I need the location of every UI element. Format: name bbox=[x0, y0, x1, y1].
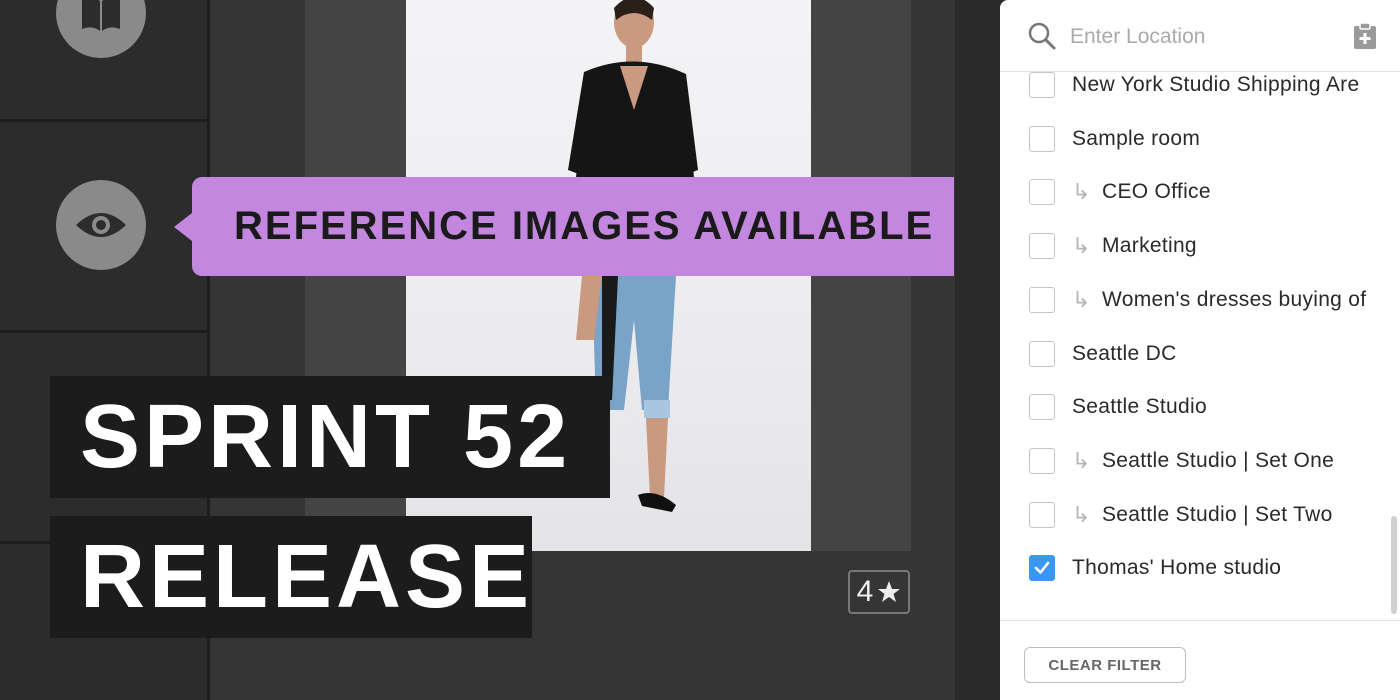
reference-images-tooltip: REFERENCE IMAGES AVAILABLE bbox=[174, 177, 954, 276]
location-item[interactable]: New York Studio Shipping Are bbox=[1000, 72, 1390, 112]
title-text-1: SPRINT 52 bbox=[80, 387, 572, 487]
location-checkbox[interactable] bbox=[1029, 447, 1055, 474]
tooltip-text: REFERENCE IMAGES AVAILABLE bbox=[234, 204, 935, 248]
star-icon bbox=[878, 581, 901, 602]
location-item[interactable]: ↳ CEO Office bbox=[1000, 165, 1390, 219]
child-arrow-icon: ↳ bbox=[1072, 179, 1091, 205]
location-checkbox[interactable] bbox=[1029, 125, 1055, 152]
location-label: Seattle DC bbox=[1072, 341, 1177, 365]
location-checkbox[interactable] bbox=[1029, 286, 1055, 313]
filter-footer: CLEAR FILTER bbox=[1000, 620, 1400, 700]
location-item[interactable]: ↳ Women's dresses buying of bbox=[1000, 273, 1390, 327]
location-item[interactable]: Seattle Studio bbox=[1000, 380, 1390, 434]
title-line-1: SPRINT 52 bbox=[50, 376, 610, 498]
location-label: Women's dresses buying of bbox=[1102, 287, 1367, 311]
rating-value: 4 bbox=[856, 575, 874, 608]
child-arrow-icon: ↳ bbox=[1072, 233, 1091, 259]
eye-icon bbox=[76, 213, 126, 237]
location-item[interactable]: Thomas' Home studio bbox=[1000, 541, 1390, 595]
book-icon bbox=[82, 0, 120, 31]
location-label: Thomas' Home studio bbox=[1072, 556, 1282, 580]
location-item[interactable]: Seattle DC bbox=[1000, 327, 1390, 381]
child-arrow-icon: ↳ bbox=[1072, 501, 1091, 527]
clipboard-add-icon[interactable] bbox=[1353, 22, 1377, 50]
child-arrow-icon: ↳ bbox=[1072, 447, 1091, 473]
location-item[interactable]: ↳ Seattle Studio | Set Two bbox=[1000, 488, 1390, 542]
location-checkbox[interactable] bbox=[1029, 72, 1055, 98]
rail-divider bbox=[0, 330, 207, 333]
location-item[interactable]: ↳ Seattle Studio | Set One bbox=[1000, 434, 1390, 488]
location-label: New York Studio Shipping Are bbox=[1072, 73, 1360, 96]
title-line-2: RELEASE bbox=[50, 516, 532, 638]
location-checkbox[interactable] bbox=[1029, 233, 1055, 260]
location-label: Seattle Studio bbox=[1072, 395, 1207, 419]
location-checkbox[interactable] bbox=[1029, 394, 1055, 421]
location-item[interactable]: ↳ Marketing bbox=[1000, 219, 1390, 273]
location-search bbox=[1000, 0, 1400, 72]
location-item[interactable]: Sample room bbox=[1000, 112, 1390, 166]
location-checkbox[interactable] bbox=[1029, 501, 1055, 528]
clear-filter-button[interactable]: CLEAR FILTER bbox=[1024, 647, 1186, 683]
rail-divider bbox=[0, 119, 207, 122]
location-label: CEO Office bbox=[1102, 180, 1211, 204]
location-label: Marketing bbox=[1102, 234, 1197, 258]
location-label: Sample room bbox=[1072, 126, 1201, 150]
reference-book-button[interactable] bbox=[56, 0, 146, 58]
location-checkbox[interactable] bbox=[1029, 555, 1055, 582]
rating-badge[interactable]: 4 bbox=[848, 570, 910, 614]
location-checkbox[interactable] bbox=[1029, 340, 1055, 367]
checkmark-icon bbox=[1034, 561, 1050, 575]
reference-images-button[interactable] bbox=[56, 180, 146, 270]
title-text-2: RELEASE bbox=[80, 527, 534, 627]
location-checkbox[interactable] bbox=[1029, 179, 1055, 206]
child-arrow-icon: ↳ bbox=[1072, 286, 1091, 312]
location-label: Seattle Studio | Set One bbox=[1102, 448, 1335, 472]
location-search-input[interactable] bbox=[1068, 18, 1342, 56]
search-icon bbox=[1028, 22, 1056, 50]
panel-gutter bbox=[955, 0, 1000, 700]
location-list: New York Studio Shipping Are Sample room ↳… bbox=[1000, 72, 1390, 620]
location-filter-panel: New York Studio Shipping Are Sample room ↳… bbox=[1000, 0, 1400, 700]
location-list-scrollbar[interactable] bbox=[1391, 516, 1397, 614]
location-label: Seattle Studio | Set Two bbox=[1102, 502, 1333, 526]
